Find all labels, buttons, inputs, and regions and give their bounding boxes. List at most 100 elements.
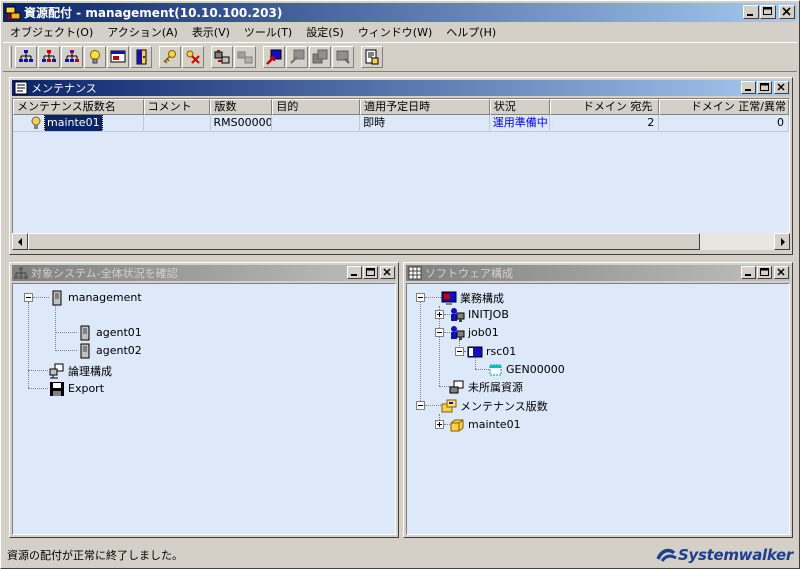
tree-collapse-toggle[interactable] bbox=[24, 293, 33, 302]
tree-node-mainte01[interactable]: mainte01 bbox=[449, 416, 521, 433]
system-maximize-button[interactable] bbox=[363, 266, 378, 279]
menu-action[interactable]: アクション(A) bbox=[100, 24, 185, 40]
report-button[interactable] bbox=[361, 46, 383, 68]
status-bar: 資源の配付が正常に終了しました。 Systemwalker bbox=[3, 543, 797, 567]
monitor-disabled-button[interactable] bbox=[332, 46, 354, 68]
deploy-button[interactable] bbox=[263, 46, 285, 68]
tree-node-agent02[interactable]: agent02 bbox=[77, 342, 142, 359]
column-header-destination[interactable]: ドメイン 宛先 bbox=[549, 99, 660, 115]
cell-name[interactable]: mainte01 bbox=[13, 115, 144, 132]
system-pane-titlebar[interactable]: 対象システム-全体状況を確認 bbox=[12, 265, 396, 281]
minimize-icon bbox=[351, 274, 357, 276]
tree-collapse-toggle[interactable] bbox=[416, 293, 425, 302]
software-close-button[interactable] bbox=[774, 266, 789, 279]
maximize-button[interactable] bbox=[760, 5, 776, 19]
key-icon bbox=[163, 50, 176, 64]
arrow-left-icon bbox=[18, 238, 22, 246]
system-pane: 対象システム-全体状況を確認 management agent01 agent0… bbox=[9, 262, 399, 538]
delete-button[interactable] bbox=[182, 46, 204, 68]
maintenance-hscrollbar[interactable] bbox=[12, 233, 790, 250]
system-close-button[interactable] bbox=[380, 266, 395, 279]
network-tree-purple-button[interactable] bbox=[61, 46, 83, 68]
tree-expand-toggle[interactable] bbox=[435, 420, 444, 429]
network-tree-icon bbox=[19, 50, 33, 62]
column-header-purpose[interactable]: 目的 bbox=[272, 99, 361, 115]
stack-disabled-button[interactable] bbox=[309, 46, 331, 68]
tree-label: agent02 bbox=[96, 344, 142, 357]
scroll-thumb[interactable] bbox=[28, 233, 700, 250]
menu-tools[interactable]: ツール(T) bbox=[237, 24, 299, 40]
network-tree-button[interactable] bbox=[15, 46, 37, 68]
software-pane: ソフトウェア構成 業務構成 INITJOB job01 rsc01 GEN000… bbox=[403, 262, 793, 538]
tree-node-agent01[interactable]: agent01 bbox=[77, 324, 142, 341]
distribution-app-icon bbox=[5, 6, 21, 19]
menu-settings[interactable]: 設定(S) bbox=[299, 24, 351, 40]
column-header-schedule[interactable]: 適用予定日時 bbox=[360, 99, 490, 115]
menu-window[interactable]: ウィンドウ(W) bbox=[351, 24, 439, 40]
systemwalker-logo: Systemwalker bbox=[656, 545, 793, 565]
software-maximize-button[interactable] bbox=[757, 266, 772, 279]
tree-label: Export bbox=[68, 382, 105, 395]
monitor-disabled-icon bbox=[336, 50, 350, 64]
tree-node-logical[interactable]: 論理構成 bbox=[49, 362, 112, 379]
minimize-button[interactable] bbox=[743, 5, 759, 19]
maintenance-pane-titlebar[interactable]: メンテナンス bbox=[12, 80, 790, 96]
cell-purpose bbox=[272, 115, 361, 132]
transfer-disabled-button[interactable] bbox=[234, 46, 256, 68]
software-minimize-button[interactable] bbox=[741, 266, 756, 279]
tree-collapse-toggle[interactable] bbox=[416, 401, 425, 410]
stack-disabled-icon bbox=[312, 49, 328, 64]
tree-node-rsc01[interactable]: rsc01 bbox=[467, 343, 516, 360]
maintenance-minimize-button[interactable] bbox=[741, 81, 756, 94]
table-row[interactable]: mainte01 RMS00000 即時 運用準備中 2 0 bbox=[13, 115, 789, 132]
minimize-icon bbox=[747, 14, 753, 16]
tree-node-export[interactable]: Export bbox=[49, 380, 104, 397]
maintenance-pane-title: メンテナンス bbox=[31, 82, 97, 95]
software-pane-title: ソフトウェア構成 bbox=[425, 267, 513, 280]
system-pane-title: 対象システム-全体状況を確認 bbox=[31, 267, 178, 280]
server-icon bbox=[80, 325, 90, 340]
transfer-button[interactable] bbox=[211, 46, 233, 68]
exit-button[interactable] bbox=[130, 46, 152, 68]
restore-disabled-icon bbox=[290, 49, 305, 64]
column-header-name[interactable]: メンテナンス版数名 bbox=[13, 99, 144, 115]
column-header-status[interactable]: 状況 bbox=[489, 99, 550, 115]
toolbar bbox=[3, 42, 797, 72]
scroll-left-button[interactable] bbox=[12, 233, 28, 250]
column-header-comment[interactable]: コメント bbox=[143, 99, 211, 115]
bulb-button[interactable] bbox=[84, 46, 106, 68]
network-tree-red-button[interactable] bbox=[38, 46, 60, 68]
computer-window-button[interactable] bbox=[107, 46, 129, 68]
minimize-icon bbox=[745, 89, 751, 91]
tree-expand-toggle[interactable] bbox=[435, 310, 444, 319]
cell-version: RMS00000 bbox=[210, 115, 273, 132]
tree-label: mainte01 bbox=[468, 418, 521, 431]
tree-node-maint-versions[interactable]: メンテナンス版数 bbox=[441, 397, 548, 414]
close-button[interactable] bbox=[779, 5, 795, 19]
key-button[interactable] bbox=[159, 46, 181, 68]
system-minimize-button[interactable] bbox=[347, 266, 362, 279]
tree-node-management[interactable]: management bbox=[49, 289, 142, 306]
tree-node-initjob[interactable]: INITJOB bbox=[449, 306, 509, 323]
close-icon bbox=[777, 83, 785, 91]
maintenance-table: メンテナンス版数名 コメント 版数 目的 適用予定日時 状況 ドメイン 宛先 ド… bbox=[12, 98, 790, 235]
scroll-right-button[interactable] bbox=[774, 233, 790, 250]
tree-node-job01[interactable]: job01 bbox=[449, 324, 499, 341]
tree-collapse-toggle[interactable] bbox=[435, 328, 444, 337]
tree-node-business[interactable]: 業務構成 bbox=[441, 289, 504, 306]
column-header-result[interactable]: ドメイン 正常/異常 bbox=[659, 99, 789, 115]
menu-help[interactable]: ヘルプ(H) bbox=[439, 24, 503, 40]
software-pane-titlebar[interactable]: ソフトウェア構成 bbox=[406, 265, 790, 281]
menu-object[interactable]: オブジェクト(O) bbox=[3, 24, 100, 40]
window-titlebar[interactable]: 資源配付 - management(10.10.100.203) bbox=[3, 3, 797, 22]
tree-node-unassigned[interactable]: 未所属資源 bbox=[449, 378, 523, 395]
toolbar-grip[interactable] bbox=[9, 46, 12, 68]
tree-collapse-toggle[interactable] bbox=[455, 347, 464, 356]
scroll-track[interactable] bbox=[28, 233, 774, 250]
maintenance-maximize-button[interactable] bbox=[757, 81, 772, 94]
maintenance-close-button[interactable] bbox=[774, 81, 789, 94]
tree-node-gen00000[interactable]: GEN00000 bbox=[487, 361, 565, 378]
column-header-version[interactable]: 版数 bbox=[210, 99, 273, 115]
menu-view[interactable]: 表示(V) bbox=[185, 24, 237, 40]
restore-disabled-button[interactable] bbox=[286, 46, 308, 68]
